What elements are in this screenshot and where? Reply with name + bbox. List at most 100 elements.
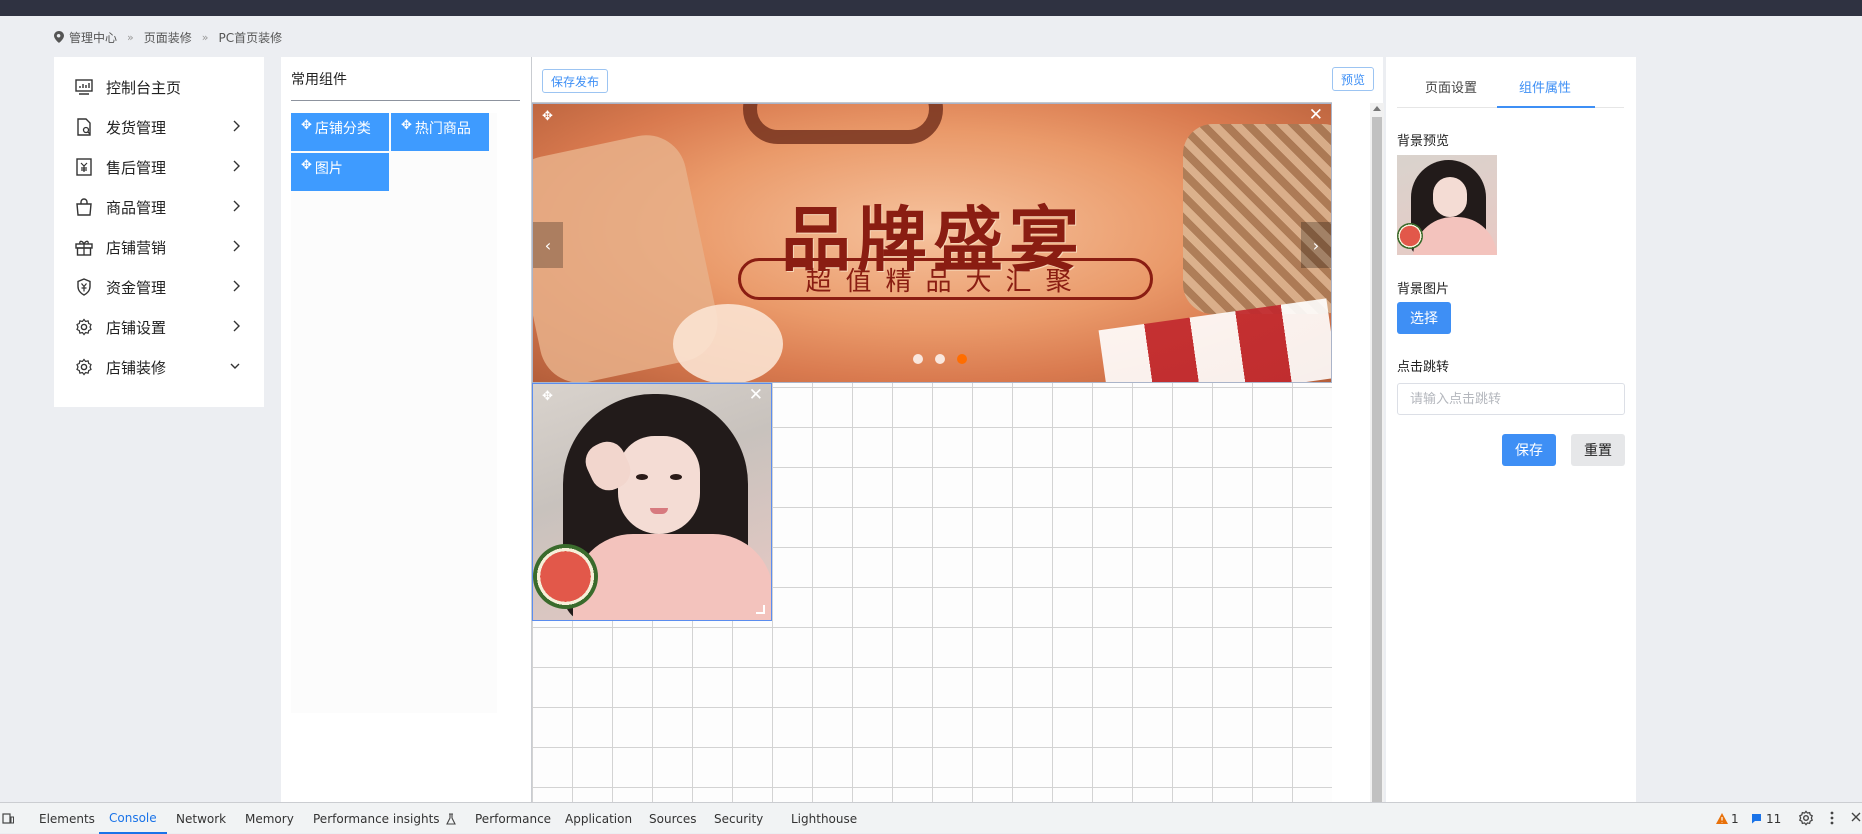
sidebar-item-label: 资金管理 <box>106 278 167 297</box>
carousel-prev-button[interactable]: ‹ <box>533 222 563 268</box>
move-icon: ✥ <box>301 118 312 133</box>
devtools-bar: Elements Console Network Memory Performa… <box>0 802 1862 834</box>
click-jump-input[interactable] <box>1397 383 1625 415</box>
tab-component-properties[interactable]: 组件属性 <box>1519 77 1571 96</box>
sidebar-item-dashboard[interactable]: 控制台主页 <box>74 73 249 101</box>
carousel-dot[interactable] <box>957 354 967 364</box>
preview-button[interactable]: 预览 <box>1332 67 1375 91</box>
warnings-counter[interactable]: 1 <box>1716 803 1739 834</box>
chevron-right-icon <box>233 240 240 252</box>
close-icon[interactable]: ✕ <box>749 385 763 405</box>
sidebar-item-label: 店铺营销 <box>106 238 167 257</box>
choose-image-button[interactable]: 选择 <box>1397 302 1451 334</box>
chevron-right-icon <box>233 160 240 172</box>
carousel-dots <box>913 354 967 364</box>
dashboard-icon <box>74 77 94 97</box>
money-shield-icon <box>74 277 94 297</box>
sidebar-item-marketing[interactable]: 店铺营销 <box>74 233 249 261</box>
divider <box>291 100 520 101</box>
reset-button[interactable]: 重置 <box>1571 434 1625 466</box>
devtools-tab-label: Performance insights <box>313 811 440 826</box>
tab-page-settings[interactable]: 页面设置 <box>1425 77 1477 96</box>
move-icon[interactable]: ✥ <box>542 109 553 124</box>
chevron-right-icon <box>233 320 240 332</box>
carousel-dot[interactable] <box>913 354 923 364</box>
move-icon: ✥ <box>301 158 312 173</box>
device-toggle-icon[interactable] <box>2 812 14 824</box>
breadcrumb-separator: » <box>201 30 209 44</box>
close-devtools-icon[interactable] <box>1851 812 1861 822</box>
chevron-down-icon <box>230 363 240 369</box>
devtools-tab-application[interactable]: Application <box>565 803 632 834</box>
top-bar <box>0 0 1862 16</box>
active-tab-indicator <box>1497 106 1595 108</box>
close-icon[interactable]: ✕ <box>1309 105 1323 125</box>
carousel-dot[interactable] <box>935 354 945 364</box>
banner-subtitle: 超值精品大汇聚 <box>738 258 1153 300</box>
message-icon <box>1752 814 1761 824</box>
photo-figure <box>573 534 771 620</box>
devtools-tab-performance[interactable]: Performance <box>475 803 551 834</box>
devtools-tab-network[interactable]: Network <box>176 803 226 834</box>
settings-icon[interactable] <box>1798 810 1814 826</box>
shipping-icon <box>74 117 94 137</box>
devtools-tab-console[interactable]: Console <box>99 803 167 834</box>
bg-preview-image <box>1397 155 1497 255</box>
devtools-tab-performance-insights[interactable]: Performance insights <box>313 803 456 834</box>
banner-decoration <box>673 304 783 382</box>
gift-icon <box>74 237 94 257</box>
breadcrumb: 管理中心 » 页面装修 » PC首页装修 <box>54 27 282 47</box>
scroll-up-arrow[interactable] <box>1373 106 1381 111</box>
component-image-button[interactable]: ✥ 图片 <box>291 153 389 191</box>
save-button[interactable]: 保存 <box>1502 434 1556 466</box>
warning-icon <box>1716 813 1728 824</box>
chevron-right-icon <box>233 200 240 212</box>
after-sales-icon <box>74 157 94 177</box>
flask-icon <box>445 812 456 825</box>
devtools-tab-elements[interactable]: Elements <box>39 803 95 834</box>
devtools-tab-security[interactable]: Security <box>714 803 763 834</box>
breadcrumb-item-admin[interactable]: 管理中心 <box>69 29 117 46</box>
components-area: ✥ 店铺分类 ✥ 热门商品 ✥ 图片 <box>291 113 497 713</box>
breadcrumb-item-pc-home: PC首页装修 <box>218 30 283 45</box>
sidebar-item-label: 发货管理 <box>106 118 167 137</box>
devtools-tab-lighthouse[interactable]: Lighthouse <box>791 803 857 834</box>
sidebar-item-shop-settings[interactable]: 店铺设置 <box>74 313 249 341</box>
messages-count: 11 <box>1766 811 1782 826</box>
devtools-tab-memory[interactable]: Memory <box>245 803 294 834</box>
sidebar-item-shipping[interactable]: 发货管理 <box>74 113 249 141</box>
photo-figure <box>618 436 700 534</box>
canvas-scrollbar[interactable] <box>1370 103 1384 812</box>
breadcrumb-item-page-decoration[interactable]: 页面装修 <box>144 29 192 46</box>
sidebar-item-finance[interactable]: 资金管理 <box>74 273 249 301</box>
banner-carousel-widget[interactable]: 品牌盛宴 超值精品大汇聚 ‹ › ✥ ✕ <box>532 103 1332 383</box>
photo-figure <box>650 508 668 514</box>
sidebar-item-after-sales[interactable]: 售后管理 <box>74 153 249 181</box>
component-hot-products-button[interactable]: ✥ 热门商品 <box>391 113 489 151</box>
messages-counter[interactable]: 11 <box>1751 803 1781 834</box>
move-icon[interactable]: ✥ <box>542 389 553 404</box>
devtools-tab-sources[interactable]: Sources <box>649 803 696 834</box>
component-shop-category-button[interactable]: ✥ 店铺分类 <box>291 113 389 151</box>
sidebar-item-shop-decoration[interactable]: 店铺装修 <box>74 353 249 381</box>
photo-figure <box>533 544 598 609</box>
chevron-right-icon <box>233 280 240 292</box>
design-canvas: 保存发布 预览 品牌盛宴 超值精品大汇聚 ‹ › ✥ ✕ ✥ ✕ <box>531 57 1384 812</box>
sidebar-item-label: 店铺装修 <box>106 358 167 377</box>
sidebar: 控制台主页 发货管理 售后管理 商品管理 店铺营销 资金管理 店铺设置 店铺装修 <box>54 57 264 407</box>
scrollbar-thumb[interactable] <box>1372 117 1382 807</box>
components-title: 常用组件 <box>291 72 347 88</box>
photo-figure <box>636 474 648 480</box>
banner-decoration <box>743 104 943 144</box>
more-options-icon[interactable] <box>1830 811 1834 825</box>
shopping-bag-icon <box>74 197 94 217</box>
carousel-next-button[interactable]: › <box>1301 222 1331 268</box>
save-publish-button[interactable]: 保存发布 <box>542 69 609 93</box>
photo-figure <box>670 474 682 480</box>
location-pin-icon <box>54 31 64 43</box>
image-widget[interactable]: ✥ ✕ <box>532 383 772 621</box>
resize-handle[interactable] <box>756 605 765 614</box>
click-jump-label: 点击跳转 <box>1397 360 1450 375</box>
sidebar-item-products[interactable]: 商品管理 <box>74 193 249 221</box>
component-label: 图片 <box>314 161 343 177</box>
